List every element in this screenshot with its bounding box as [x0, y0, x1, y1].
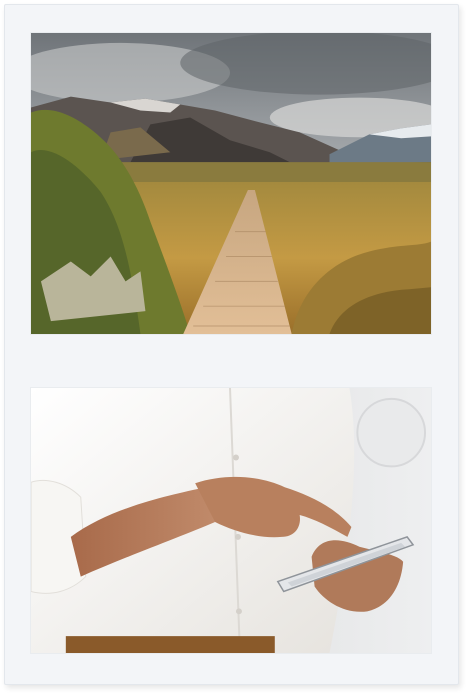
landscape-illustration	[31, 33, 431, 334]
landscape-photo	[30, 32, 432, 335]
smartphone-photo	[30, 387, 432, 654]
smartphone-illustration	[31, 388, 431, 653]
image-card	[4, 4, 459, 685]
